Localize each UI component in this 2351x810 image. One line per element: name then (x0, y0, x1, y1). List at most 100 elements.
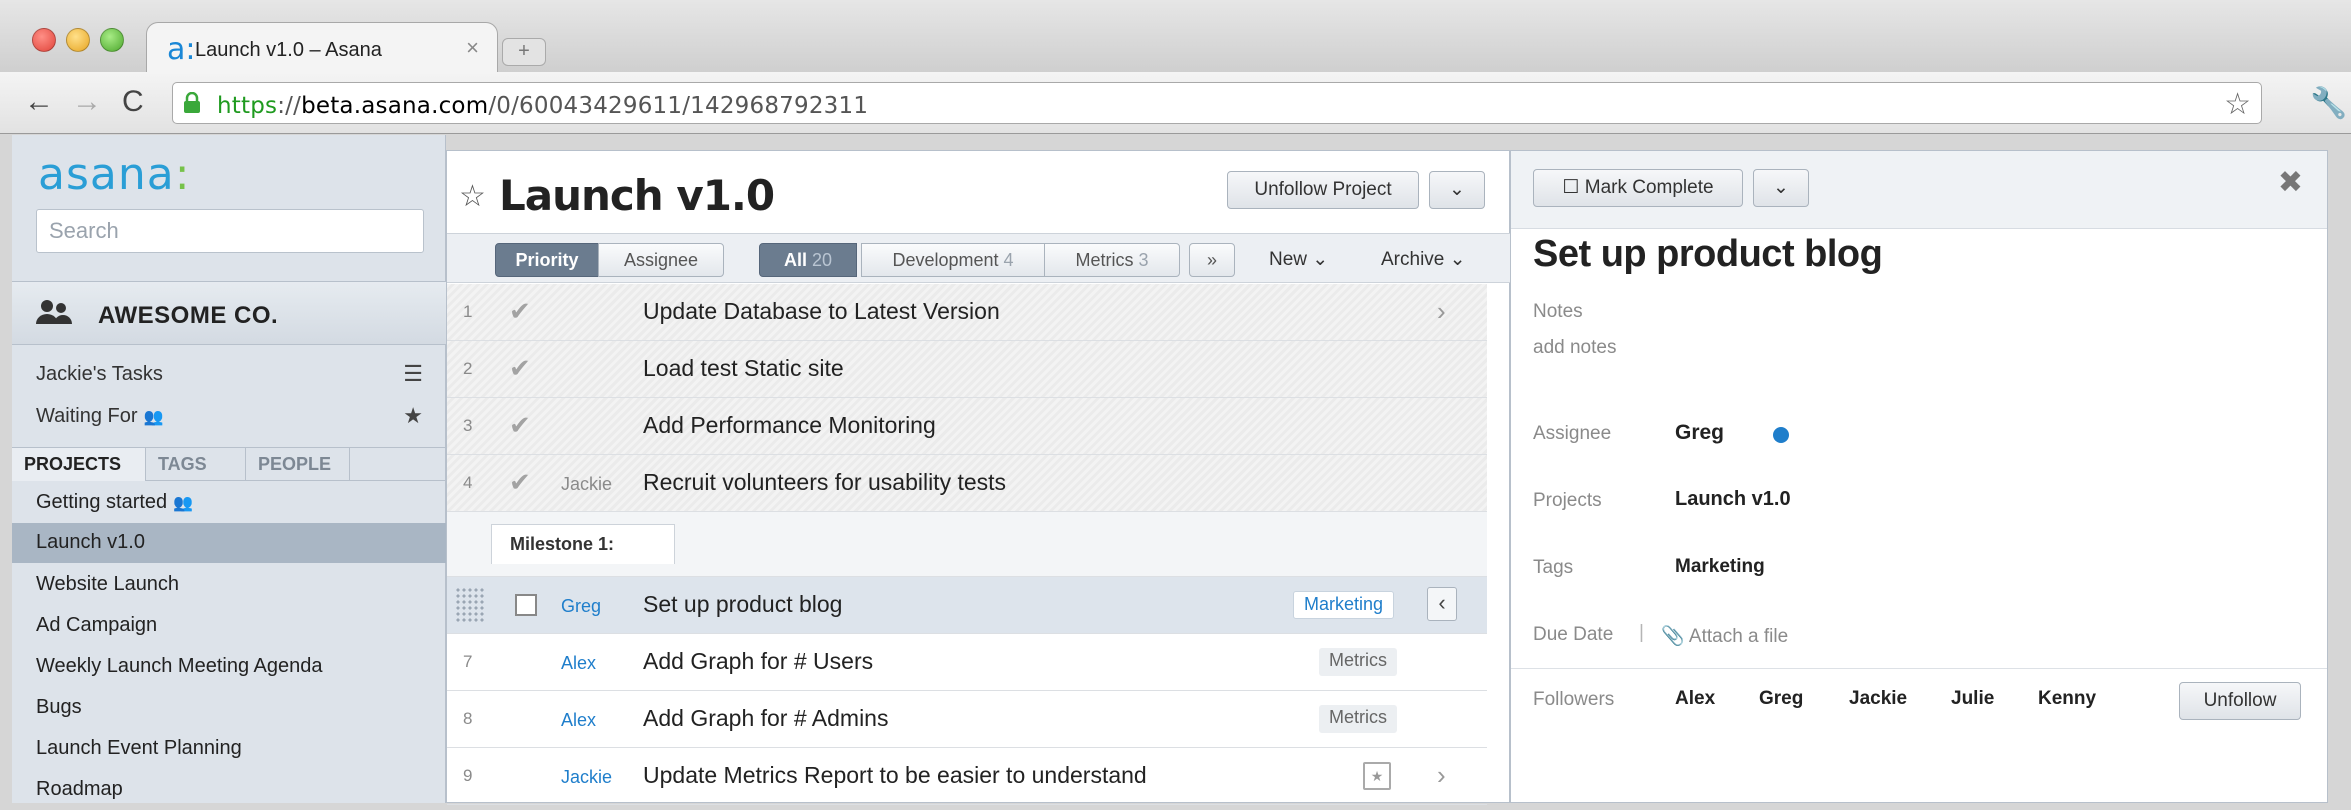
task-row[interactable]: 4 ✔ Jackie Recruit volunteers for usabil… (447, 455, 1487, 512)
project-value[interactable]: Launch v1.0 (1675, 488, 1791, 511)
tab-projects[interactable]: PROJECTS (12, 448, 146, 481)
task-row[interactable]: 9 Jackie Update Metrics Report to be eas… (447, 748, 1487, 805)
bookmark-star-icon[interactable]: ☆ (2224, 87, 2251, 122)
unfollow-project-button[interactable]: Unfollow Project (1227, 171, 1419, 209)
task-row[interactable]: 3 ✔ Add Performance Monitoring (447, 398, 1487, 455)
task-assignee[interactable]: Jackie (561, 474, 612, 495)
forward-arrow-icon[interactable]: → (72, 85, 102, 119)
task-name[interactable]: Update Database to Latest Version (643, 298, 1000, 325)
task-name[interactable]: Update Metrics Report to be easier to un… (643, 762, 1147, 789)
completed-check-icon[interactable]: ✔ (509, 353, 531, 384)
sidebar-item-project[interactable]: Ad Campaign (12, 606, 446, 646)
completed-check-icon[interactable]: ✔ (509, 410, 531, 441)
workspace-name: AWESOME CO. (98, 302, 279, 329)
follower[interactable]: Alex (1675, 688, 1715, 710)
archive-dropdown[interactable]: Archive ⌄ (1381, 244, 1466, 276)
task-name[interactable]: Add Graph for # Users (643, 648, 873, 675)
tab-people[interactable]: PEOPLE (246, 448, 350, 481)
sidebar-item-project[interactable]: Launch Event Planning (12, 729, 446, 769)
sidebar-item-project[interactable]: Launch v1.0 (12, 523, 446, 563)
new-tab-button[interactable]: + (502, 38, 546, 66)
task-name[interactable]: Add Graph for # Admins (643, 705, 888, 732)
browser-tab[interactable]: a: Launch v1.0 – Asana × (146, 22, 498, 74)
detail-toolbar: ☐ Mark Complete ⌄ ✖ (1511, 151, 2327, 229)
zoom-window-button[interactable] (100, 28, 124, 52)
follower[interactable]: Julie (1951, 688, 1994, 710)
tag-marketing[interactable]: Marketing (1293, 591, 1395, 619)
follower[interactable]: Jackie (1849, 688, 1907, 710)
drag-handle[interactable] (455, 587, 485, 623)
sort-assignee-button[interactable]: Assignee (598, 243, 724, 277)
unfollow-button[interactable]: Unfollow (2179, 682, 2301, 720)
task-row[interactable]: 7 Alex Add Graph for # Users Metrics (447, 634, 1487, 691)
calendar-icon[interactable]: ★ (1363, 762, 1391, 790)
task-assignee[interactable]: Greg (561, 596, 601, 617)
chevron-left-icon[interactable]: ‹ (1427, 587, 1457, 621)
sidebar-item-project[interactable]: Weekly Launch Meeting Agenda (12, 647, 446, 687)
new-dropdown[interactable]: New ⌄ (1269, 244, 1328, 276)
sidebar-item-project[interactable]: Website Launch (12, 565, 446, 605)
task-checkbox[interactable] (515, 594, 537, 616)
favorite-star-icon[interactable]: ☆ (459, 179, 486, 214)
workspace-header[interactable]: AWESOME CO. (12, 281, 446, 345)
row-number: 7 (463, 652, 473, 671)
task-assignee[interactable]: Alex (561, 710, 596, 731)
waiting-for-link[interactable]: Waiting For 👥 (36, 405, 163, 428)
address-bar[interactable]: https://beta.asana.com/0/60043429611/142… (172, 82, 2262, 124)
sidebar-tabs: PROJECTS TAGS PEOPLE (12, 447, 446, 481)
assignee-value[interactable]: Greg (1675, 421, 1724, 445)
task-name[interactable]: Add Performance Monitoring (643, 412, 936, 439)
filter-all-button[interactable]: All 20 (759, 243, 857, 277)
detail-menu-chevron-icon[interactable]: ⌄ (1753, 169, 1809, 207)
sort-priority-button[interactable]: Priority (495, 243, 599, 277)
minimize-window-button[interactable] (66, 28, 90, 52)
close-icon[interactable]: ✖ (2278, 165, 2303, 200)
tab-close-icon[interactable]: × (466, 35, 479, 61)
tag-value[interactable]: Marketing (1675, 556, 1765, 578)
reload-icon[interactable]: C (122, 85, 144, 119)
task-row[interactable]: 2 ✔ Load test Static site (447, 341, 1487, 398)
task-list-icon[interactable]: ☰ (403, 361, 423, 387)
due-date-field[interactable]: Due Date (1533, 624, 1613, 646)
completed-check-icon[interactable]: ✔ (509, 467, 531, 498)
sidebar-item-project[interactable]: Bugs (12, 688, 446, 728)
back-arrow-icon[interactable]: ← (24, 85, 54, 119)
follower[interactable]: Kenny (2038, 688, 2096, 710)
project-menu-chevron-icon[interactable]: ⌄ (1429, 171, 1485, 209)
task-name[interactable]: Recruit volunteers for usability tests (643, 469, 1006, 496)
more-filters-icon[interactable]: » (1189, 243, 1235, 277)
star-icon[interactable]: ★ (403, 403, 423, 429)
tag-metrics[interactable]: Metrics (1319, 705, 1397, 733)
my-tasks-link[interactable]: Jackie's Tasks (36, 363, 163, 386)
task-assignee[interactable]: Alex (561, 653, 596, 674)
chevron-right-icon[interactable]: › (1437, 760, 1446, 791)
milestone-row: Milestone 1: (447, 512, 1487, 577)
projects-label: Projects (1533, 490, 1602, 511)
notes-input[interactable]: add notes (1533, 337, 1616, 359)
chevron-right-icon[interactable]: › (1437, 296, 1446, 327)
sidebar-item-project[interactable]: Getting started 👥 (12, 483, 446, 523)
follower[interactable]: Greg (1759, 688, 1803, 710)
attach-file-link[interactable]: 📎 Attach a file (1661, 624, 1788, 648)
filter-metrics-button[interactable]: Metrics 3 (1044, 243, 1180, 277)
wrench-icon[interactable]: 🔧 (2310, 86, 2347, 121)
completed-check-icon[interactable]: ✔ (509, 296, 531, 327)
task-row[interactable]: 8 Alex Add Graph for # Admins Metrics (447, 691, 1487, 748)
row-number: 2 (463, 359, 473, 378)
task-assignee[interactable]: Jackie (561, 767, 612, 788)
task-name[interactable]: Load test Static site (643, 355, 844, 382)
task-row-selected[interactable]: Greg Set up product blog Marketing ‹ (447, 577, 1487, 634)
mark-complete-button[interactable]: ☐ Mark Complete (1533, 169, 1743, 207)
close-window-button[interactable] (32, 28, 56, 52)
task-name[interactable]: Set up product blog (643, 591, 842, 618)
task-title[interactable]: Set up product blog (1533, 233, 1883, 276)
filter-development-button[interactable]: Development 4 (861, 243, 1045, 277)
milestone-header[interactable]: Milestone 1: (491, 524, 675, 564)
row-number: 3 (463, 416, 473, 435)
tab-tags[interactable]: TAGS (146, 448, 246, 481)
search-input[interactable]: Search (36, 209, 424, 253)
sidebar-item-project[interactable]: Roadmap (12, 770, 446, 810)
asana-logo[interactable]: asana: (38, 149, 191, 200)
tag-metrics[interactable]: Metrics (1319, 648, 1397, 676)
task-row[interactable]: 1 ✔ Update Database to Latest Version › (447, 284, 1487, 341)
